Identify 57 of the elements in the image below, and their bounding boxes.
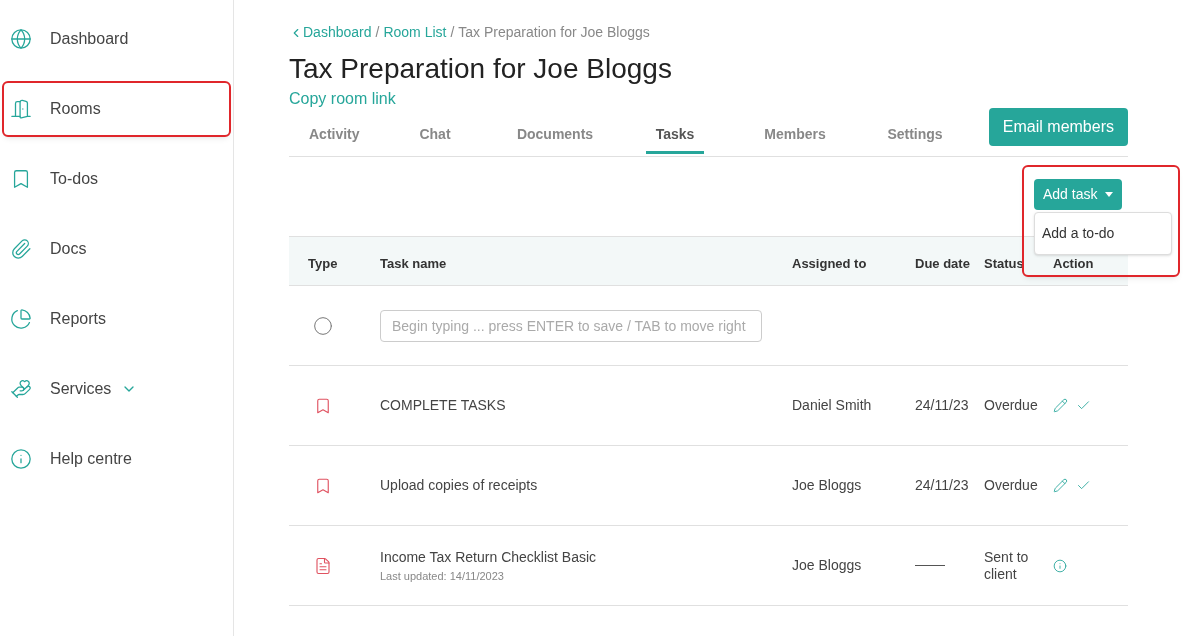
due-date: 24/11/23 <box>915 476 970 495</box>
tab[interactable]: Tasks <box>615 124 735 156</box>
info-icon <box>10 448 32 470</box>
breadcrumb-separator: / <box>375 23 380 42</box>
pie-chart-icon <box>10 308 32 330</box>
due-date: 24/11/23 <box>915 396 970 415</box>
tab[interactable]: Members <box>735 124 855 156</box>
email-members-button[interactable]: Email members <box>988 108 1128 146</box>
nav-item[interactable]: Dashboard <box>4 13 229 65</box>
task-status: Overdue <box>984 397 1039 414</box>
task-name: Upload copies of receipts <box>380 476 539 495</box>
tab[interactable]: Documents <box>495 124 615 156</box>
task-status: Sent to client <box>984 548 1030 583</box>
add-task-button[interactable]: Add task <box>1034 179 1123 210</box>
column-header: Assigned to <box>792 255 868 274</box>
tab[interactable]: Activity <box>289 124 375 156</box>
task-status: Overdue <box>984 477 1039 494</box>
empty-date-dash <box>915 565 945 566</box>
circle-icon <box>313 315 333 336</box>
column-header: Status <box>984 255 1025 274</box>
door-icon <box>10 98 32 120</box>
bookmark-icon <box>314 476 332 495</box>
task-name: COMPLETE TASKS <box>380 396 507 415</box>
breadcrumb-link[interactable]: Dashboard <box>303 22 372 43</box>
nav-item[interactable]: Help centre <box>4 433 229 485</box>
column-header: Task name <box>380 255 448 274</box>
nav-item[interactable]: Services <box>4 363 229 415</box>
tab[interactable]: Settings <box>855 124 975 156</box>
nav-item[interactable]: To-dos <box>4 153 229 205</box>
column-header: Due date <box>915 255 971 274</box>
page-title: Tax Preparation for Joe Bloggs <box>289 53 673 85</box>
nav-item[interactable]: Docs <box>4 223 229 275</box>
breadcrumb-link[interactable]: Room List <box>383 22 447 43</box>
assignee: Daniel Smith <box>792 396 873 415</box>
paperclip-icon <box>10 238 32 260</box>
column-header: Action <box>1053 255 1095 274</box>
task-subtitle: Last updated: 14/11/2023 <box>380 568 505 584</box>
bookmark-icon <box>314 396 332 415</box>
assignee: Joe Bloggs <box>792 476 863 495</box>
breadcrumb-separator: / <box>450 23 455 42</box>
tab[interactable]: Chat <box>375 124 495 156</box>
edit-icon[interactable] <box>1053 478 1068 493</box>
globe-icon <box>10 28 32 50</box>
nav-item[interactable]: Reports <box>4 293 229 345</box>
task-name: Income Tax Return Checklist Basic <box>380 547 598 567</box>
caret-icon <box>1105 192 1114 197</box>
nav-item[interactable]: Rooms <box>4 83 229 135</box>
info-icon[interactable] <box>1053 558 1067 573</box>
hand-plant-icon <box>10 378 32 400</box>
task-name-field[interactable]: Begin typing ... press ENTER to save / TAB to move right <box>380 309 762 342</box>
breadcrumb-current: Tax Preparation for Joe Bloggs <box>458 23 650 42</box>
copy-link[interactable]: Copy room link <box>289 87 1128 111</box>
edit-icon[interactable] <box>1053 398 1068 413</box>
column-header: Type <box>307 255 339 274</box>
assignee: Joe Bloggs <box>792 556 863 575</box>
menu-item[interactable]: Add a to-do <box>1035 221 1171 246</box>
document-icon <box>314 556 332 575</box>
